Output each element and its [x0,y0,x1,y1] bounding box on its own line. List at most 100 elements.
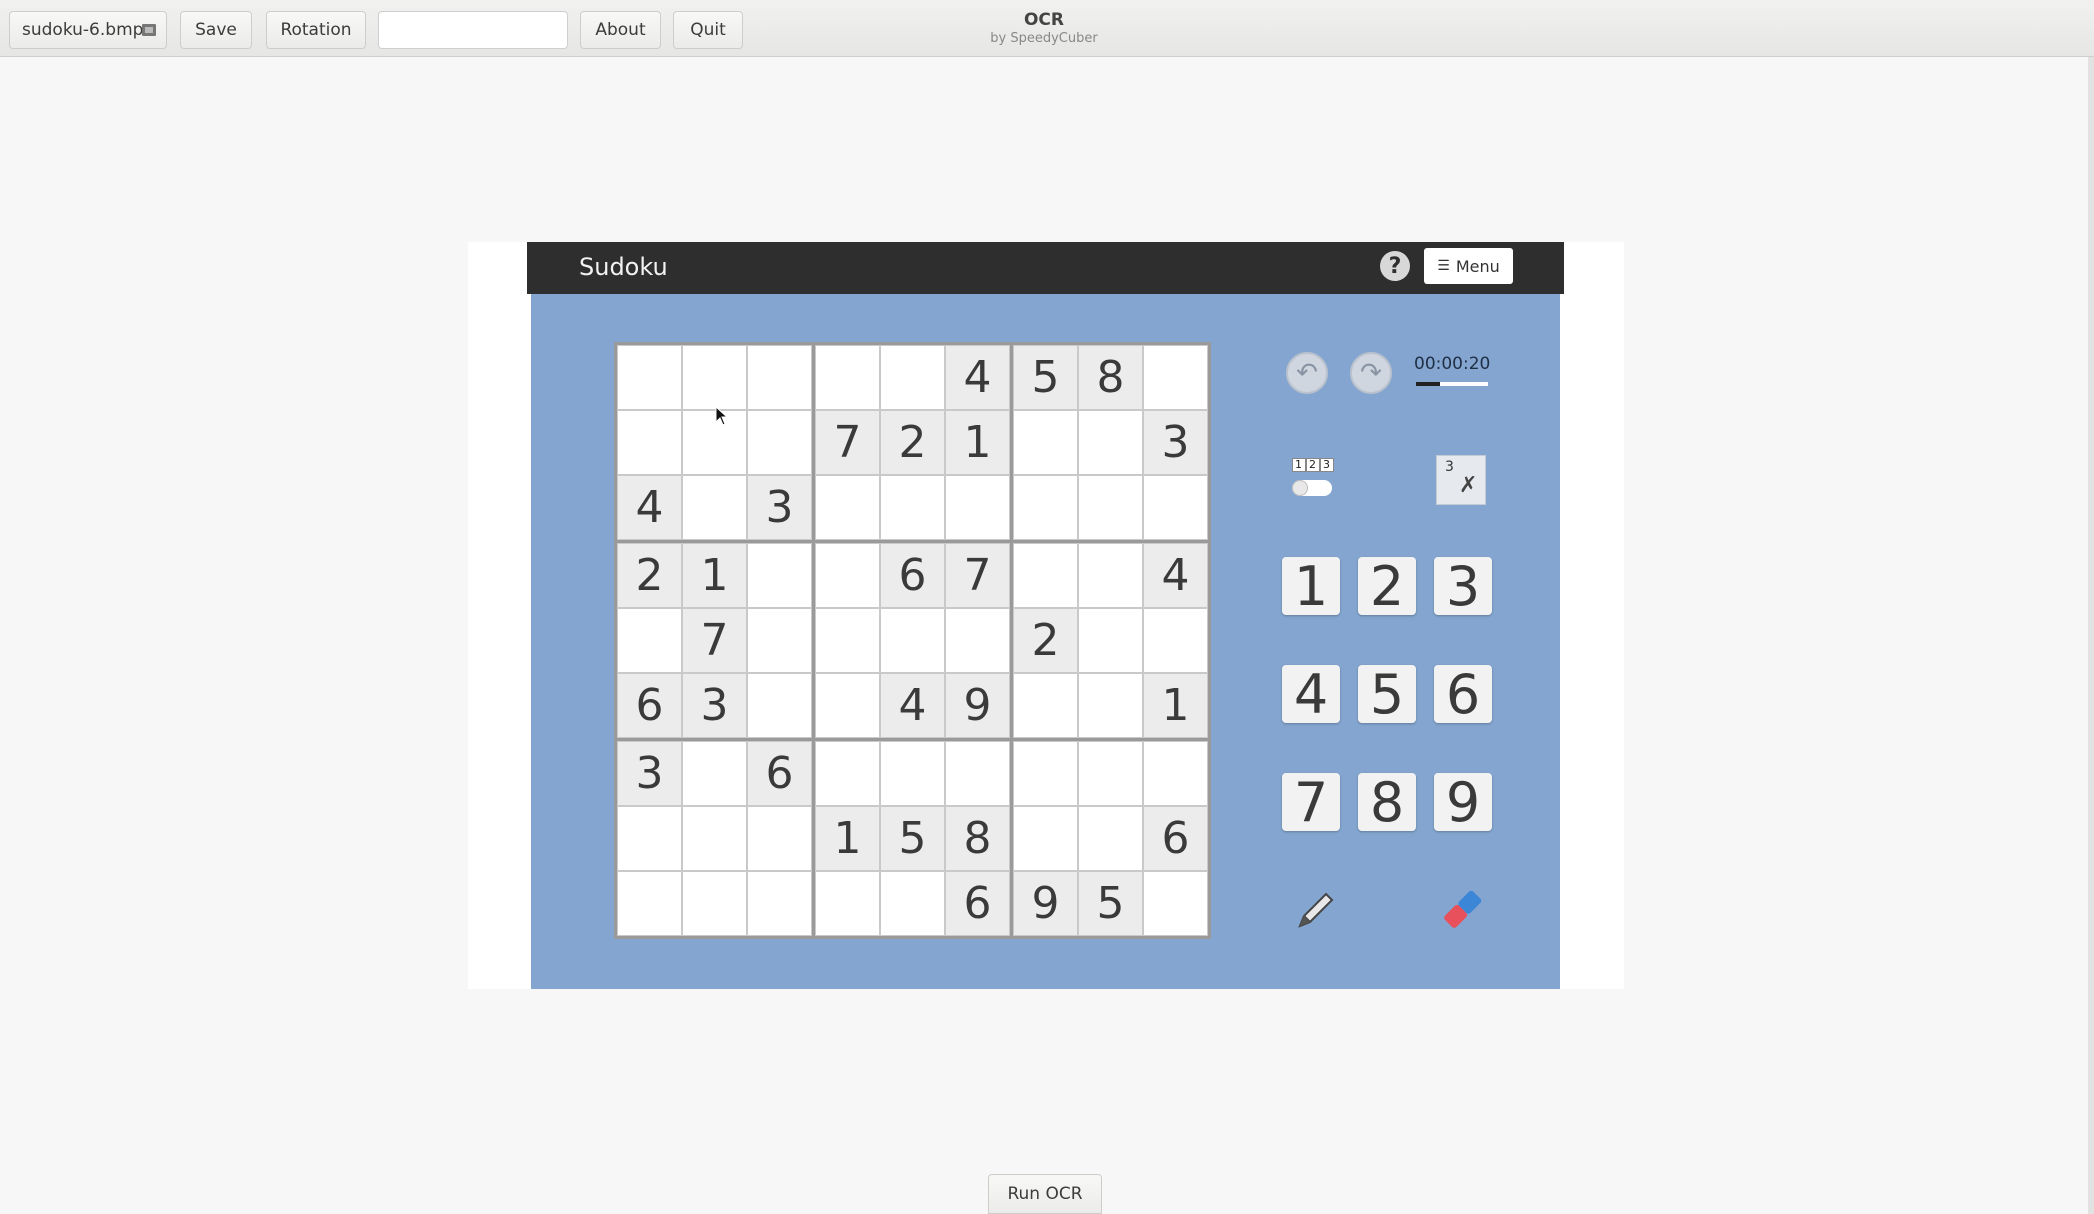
grid-cell[interactable] [815,871,880,936]
undo-icon[interactable]: ↶ [1286,352,1328,394]
grid-cell[interactable]: 6 [1143,806,1208,871]
grid-cell[interactable] [880,608,945,673]
grid-cell[interactable] [1078,475,1143,540]
grid-cell[interactable] [617,871,682,936]
grid-cell[interactable]: 6 [617,673,682,738]
grid-cell[interactable] [1143,741,1208,806]
grid-cell[interactable]: 4 [1143,543,1208,608]
grid-cell[interactable]: 6 [747,741,812,806]
number-key-1[interactable]: 1 [1282,555,1340,618]
number-key-5[interactable]: 5 [1358,663,1416,726]
grid-cell[interactable]: 3 [747,475,812,540]
grid-cell[interactable] [815,673,880,738]
grid-cell[interactable] [815,608,880,673]
grid-cell[interactable] [682,345,747,410]
number-key-8[interactable]: 8 [1358,771,1416,834]
grid-cell[interactable]: 2 [617,543,682,608]
redo-icon[interactable]: ↷ [1350,352,1392,394]
grid-cell[interactable] [1013,410,1078,475]
number-key-2[interactable]: 2 [1358,555,1416,618]
grid-cell[interactable]: 5 [880,806,945,871]
pencil-icon[interactable] [1292,888,1336,932]
grid-cell[interactable]: 7 [815,410,880,475]
grid-cell[interactable] [682,475,747,540]
run-ocr-button[interactable]: Run OCR [988,1174,1102,1214]
grid-cell[interactable] [617,608,682,673]
grid-cell[interactable] [1143,871,1208,936]
grid-cell[interactable] [880,871,945,936]
grid-cell[interactable] [1013,806,1078,871]
grid-cell[interactable] [682,741,747,806]
grid-cell[interactable] [880,741,945,806]
grid-cell[interactable] [747,410,812,475]
auto-notes-button[interactable]: 3 ✗ [1436,455,1486,505]
grid-cell[interactable] [815,345,880,410]
grid-cell[interactable] [815,543,880,608]
grid-cell[interactable] [945,741,1010,806]
grid-cell[interactable] [1143,608,1208,673]
grid-cell[interactable] [747,673,812,738]
grid-cell[interactable] [815,475,880,540]
help-icon[interactable]: ? [1380,251,1410,281]
grid-cell[interactable] [1078,673,1143,738]
grid-cell[interactable] [747,543,812,608]
rotation-button[interactable]: Rotation [266,11,366,49]
grid-cell[interactable] [617,806,682,871]
grid-cell[interactable]: 3 [682,673,747,738]
grid-cell[interactable] [617,410,682,475]
grid-cell[interactable] [682,871,747,936]
grid-cell[interactable] [945,608,1010,673]
number-key-3[interactable]: 3 [1434,555,1492,618]
grid-cell[interactable] [1013,673,1078,738]
text-entry-field[interactable] [378,11,568,49]
grid-cell[interactable] [1078,543,1143,608]
grid-cell[interactable] [1013,741,1078,806]
number-key-6[interactable]: 6 [1434,663,1492,726]
grid-cell[interactable]: 5 [1013,345,1078,410]
grid-cell[interactable]: 2 [880,410,945,475]
grid-cell[interactable] [1078,410,1143,475]
grid-cell[interactable]: 7 [682,608,747,673]
grid-cell[interactable]: 1 [682,543,747,608]
grid-cell[interactable]: 6 [880,543,945,608]
toggle-switch[interactable] [1292,480,1332,496]
number-key-7[interactable]: 7 [1282,771,1340,834]
grid-cell[interactable]: 8 [945,806,1010,871]
grid-cell[interactable]: 7 [945,543,1010,608]
grid-cell[interactable] [1013,475,1078,540]
grid-cell[interactable]: 2 [1013,608,1078,673]
grid-cell[interactable]: 4 [945,345,1010,410]
grid-cell[interactable]: 3 [1143,410,1208,475]
grid-cell[interactable] [945,475,1010,540]
notes-toggle[interactable]: 123 [1290,458,1334,500]
grid-cell[interactable] [1078,608,1143,673]
grid-cell[interactable] [815,741,880,806]
quit-button[interactable]: Quit [673,11,743,49]
grid-cell[interactable]: 1 [1143,673,1208,738]
grid-cell[interactable]: 9 [945,673,1010,738]
grid-cell[interactable]: 8 [1078,345,1143,410]
grid-cell[interactable] [617,345,682,410]
eraser-icon[interactable] [1437,888,1487,932]
grid-cell[interactable] [682,806,747,871]
grid-cell[interactable] [880,475,945,540]
file-chooser-button[interactable]: sudoku-6.bmp [9,11,167,49]
grid-cell[interactable] [880,345,945,410]
grid-cell[interactable] [1078,741,1143,806]
grid-cell[interactable] [1078,806,1143,871]
number-key-9[interactable]: 9 [1434,771,1492,834]
menu-button[interactable]: ☰ Menu [1424,248,1513,284]
grid-cell[interactable]: 6 [945,871,1010,936]
grid-cell[interactable]: 1 [945,410,1010,475]
grid-cell[interactable]: 4 [617,475,682,540]
grid-cell[interactable] [747,345,812,410]
grid-cell[interactable] [1143,475,1208,540]
save-button[interactable]: Save [180,11,252,49]
about-button[interactable]: About [580,11,661,49]
grid-cell[interactable]: 5 [1078,871,1143,936]
grid-cell[interactable] [747,806,812,871]
grid-cell[interactable] [1013,543,1078,608]
grid-cell[interactable]: 1 [815,806,880,871]
number-key-4[interactable]: 4 [1282,663,1340,726]
grid-cell[interactable]: 9 [1013,871,1078,936]
